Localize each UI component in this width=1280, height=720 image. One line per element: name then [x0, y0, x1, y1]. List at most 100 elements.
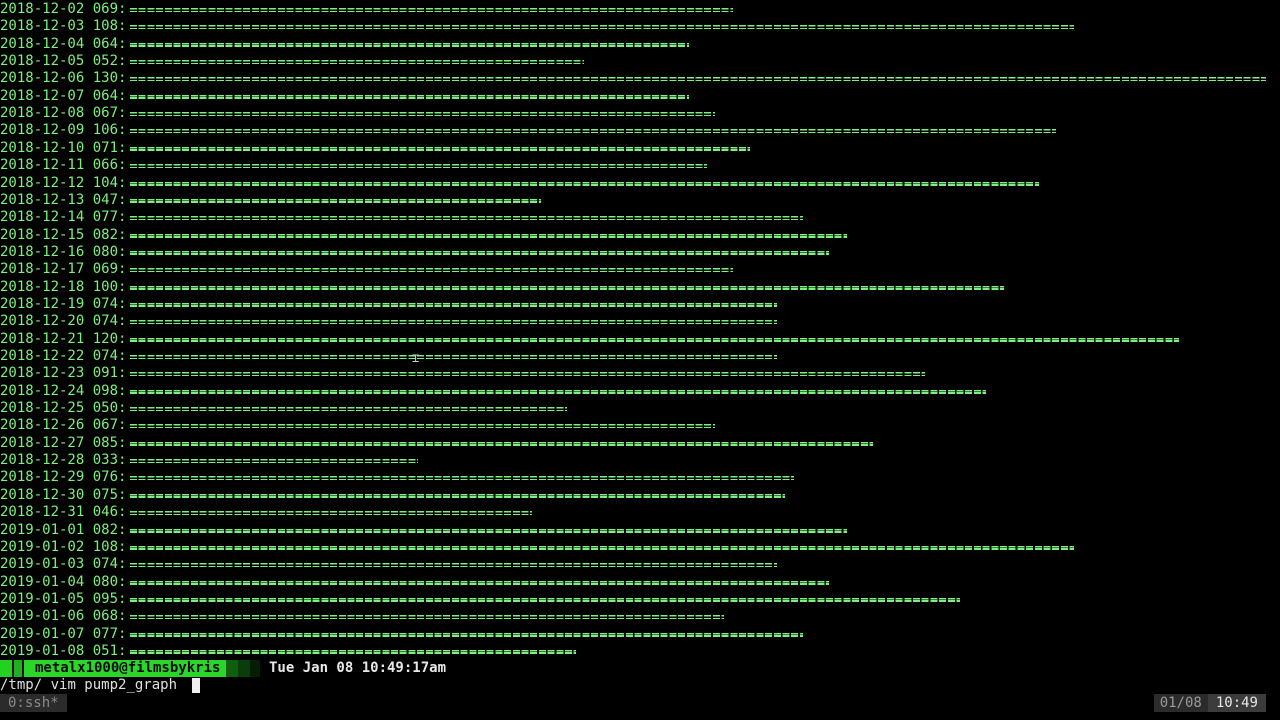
- graph-row: 2018-12-16 080:: [0, 243, 829, 261]
- graph-row-label: 2018-12-20 074:: [0, 313, 127, 330]
- graph-row: 2018-12-18 100:: [0, 278, 1004, 296]
- graph-row-label: 2018-12-11 066:: [0, 157, 127, 174]
- graph-row: 2018-12-31 046:: [0, 504, 532, 521]
- graph-row-bar: [130, 77, 1266, 82]
- graph-row-label: 2018-12-15 082:: [0, 226, 127, 243]
- graph-row-bar: [130, 493, 785, 498]
- graph-row-label: 2019-01-04 080:: [0, 573, 127, 590]
- graph-row-bar: [130, 268, 733, 273]
- graph-row-label: 2018-12-17 069:: [0, 261, 127, 278]
- graph-row-label: 2018-12-30 075:: [0, 486, 127, 503]
- status-right: 01/08 10:49: [1153, 694, 1266, 712]
- terminal-output[interactable]: 2018-12-02 069: 2018-12-03 108: 2018-12-04…: [0, 0, 1280, 660]
- graph-row-label: 2018-12-04 064:: [0, 35, 127, 52]
- graph-row: 2018-12-10 071:: [0, 139, 750, 157]
- graph-row: 2019-01-06 068:: [0, 608, 724, 625]
- graph-row: 2019-01-01 082:: [0, 521, 847, 539]
- graph-row-label: 2018-12-07 064:: [0, 87, 127, 104]
- graph-row-label: 2018-12-26 067:: [0, 417, 127, 434]
- graph-row-bar: [130, 8, 733, 12]
- graph-row-bar: [130, 112, 715, 117]
- graph-row-bar: [130, 389, 986, 394]
- graph-row-label: 2019-01-06 068:: [0, 608, 127, 625]
- graph-row: 2018-12-23 091:: [0, 365, 925, 382]
- graph-row-label: 2018-12-25 050:: [0, 400, 127, 417]
- graph-row: 2019-01-07 077:: [0, 625, 803, 643]
- command-text: vim pump2_graph: [50, 677, 178, 693]
- graph-row: 2018-12-26 067:: [0, 417, 715, 434]
- graph-row-bar: [130, 94, 689, 99]
- graph-row-bar: [130, 511, 532, 516]
- graph-row: 2019-01-05 095:: [0, 590, 960, 608]
- graph-row: 2018-12-08 067:: [0, 105, 715, 122]
- graph-row: 2018-12-29 076:: [0, 469, 794, 486]
- graph-row-bar: [130, 42, 689, 47]
- graph-row-label: 2019-01-03 074:: [0, 556, 127, 573]
- graph-row-label: 2018-12-06 130:: [0, 70, 127, 87]
- graph-row-bar: [130, 545, 1074, 550]
- graph-row-bar: [130, 25, 1074, 30]
- graph-row-bar: [130, 615, 724, 620]
- graph-row-label: 2018-12-16 080:: [0, 243, 127, 260]
- command-line[interactable]: /tmp/ vim pump2_graph: [0, 677, 177, 694]
- graph-row-label: 2019-01-01 082:: [0, 521, 127, 538]
- graph-row-bar: [130, 198, 541, 203]
- graph-row: 2018-12-15 082:: [0, 226, 847, 244]
- graph-row-label: 2018-12-13 047:: [0, 191, 127, 208]
- graph-row-label: 2018-12-08 067:: [0, 105, 127, 122]
- graph-row: 2018-12-21 120:: [0, 330, 1179, 348]
- graph-row-label: 2018-12-03 108:: [0, 18, 127, 35]
- graph-row: 2018-12-03 108:: [0, 18, 1074, 35]
- graph-row-bar: [130, 632, 803, 637]
- graph-row: 2018-12-20 074:: [0, 313, 777, 330]
- graph-row: 2018-12-25 050:: [0, 400, 567, 417]
- graph-row: 2018-12-07 064:: [0, 87, 689, 105]
- graph-row: 2018-12-30 075:: [0, 486, 785, 504]
- graph-row-bar: [130, 302, 777, 307]
- graph-row-label: 2018-12-21 120:: [0, 330, 127, 347]
- prompt-cwd: /tmp/: [0, 677, 43, 693]
- graph-row-bar: [130, 337, 1179, 342]
- graph-row-label: 2018-12-22 074:: [0, 348, 127, 364]
- graph-row-bar: [130, 424, 715, 429]
- graph-row-bar: [130, 129, 1056, 134]
- graph-row: 2018-12-09 106:: [0, 122, 1056, 139]
- graph-row-bar: [130, 181, 1039, 186]
- graph-row-bar: [130, 563, 777, 568]
- graph-row: 2018-12-14 077:: [0, 209, 803, 226]
- graph-row-label: 2018-12-19 074:: [0, 295, 127, 312]
- graph-row-label: 2019-01-02 108:: [0, 538, 127, 555]
- prompt-user-host: metalx1000@filmsbykris: [35, 660, 221, 676]
- tmux-window-tab[interactable]: 0:ssh*: [0, 694, 67, 712]
- graph-row-bar: [130, 146, 750, 151]
- graph-row: 2018-12-04 064:: [0, 35, 689, 53]
- graph-row-bar: [130, 441, 873, 446]
- graph-row-label: 2019-01-08 051:: [0, 642, 127, 659]
- graph-row: 2018-12-28 033:: [0, 452, 418, 469]
- graph-row-bar: [130, 216, 803, 221]
- graph-row-label: 2018-12-28 033:: [0, 452, 127, 469]
- graph-row-bar: [130, 250, 829, 255]
- graph-row-label: 2019-01-05 095:: [0, 590, 127, 607]
- graph-row-label: 2018-12-29 076:: [0, 469, 127, 486]
- graph-row: 2018-12-05 052:: [0, 53, 584, 70]
- graph-row: 2019-01-02 108:: [0, 538, 1074, 556]
- graph-row-label: 2018-12-23 091:: [0, 365, 127, 382]
- graph-row: 2018-12-17 069:: [0, 261, 733, 278]
- prompt-info-line: metalx1000@filmsbykris Tue Jan 08 10:49:…: [0, 660, 1280, 677]
- graph-row: 2019-01-04 080:: [0, 573, 829, 591]
- status-date: 01/08: [1153, 694, 1208, 712]
- graph-row-label: 2018-12-31 046:: [0, 504, 127, 521]
- graph-row-bar: [130, 476, 794, 481]
- status-time: 10:49: [1207, 694, 1266, 712]
- graph-row-bar: [130, 459, 418, 464]
- graph-row-bar: [130, 528, 847, 533]
- graph-row-label: 2018-12-10 071:: [0, 139, 127, 156]
- graph-row: 2019-01-08 051:: [0, 642, 576, 660]
- graph-row-label: 2018-12-27 085:: [0, 434, 127, 451]
- graph-row-label: 2018-12-18 100:: [0, 278, 127, 295]
- graph-row-label: 2019-01-07 077:: [0, 625, 127, 642]
- text-cursor: [192, 678, 200, 693]
- graph-row-bar: [130, 580, 829, 585]
- graph-row: 2018-12-13 047:: [0, 191, 541, 209]
